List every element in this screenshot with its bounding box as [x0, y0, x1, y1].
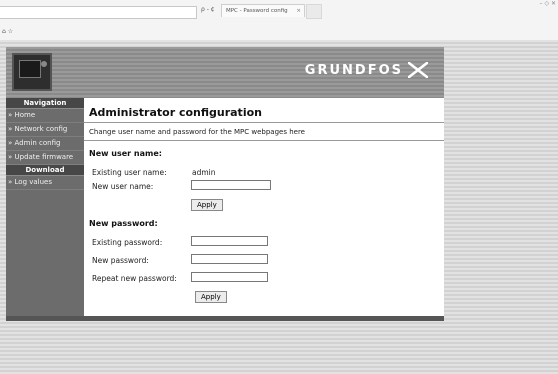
browser-chrome: ρ - ¢ MPC - Password config × – ◇ ✕ ⌂ ☆ — [0, 0, 558, 40]
apply-password-button[interactable]: Apply — [195, 291, 227, 303]
nav-item-update-firmware[interactable]: » Update firmware — [6, 151, 84, 165]
title-divider — [84, 122, 444, 123]
navigation-heading: Navigation — [6, 98, 84, 109]
controller-device-image — [12, 53, 52, 91]
repeat-password-label: Repeat new password: — [92, 274, 177, 283]
browser-tab[interactable]: MPC - Password config × — [221, 4, 305, 17]
nav-item-network-config[interactable]: » Network config — [6, 123, 84, 137]
description-divider — [84, 140, 444, 141]
nav-item-log-values[interactable]: » Log values — [6, 176, 84, 190]
grundfos-logo: GRUNDFOS — [305, 62, 428, 78]
page-description: Change user name and password for the MP… — [89, 128, 305, 136]
tab-close-icon[interactable]: × — [296, 5, 301, 17]
page-footer-bar — [6, 316, 444, 321]
device-screen — [19, 60, 41, 78]
download-heading: Download — [6, 165, 84, 176]
favorites-bar-icons[interactable]: ⌂ ☆ — [2, 28, 13, 35]
new-tab-button[interactable] — [306, 4, 322, 19]
main-content: Administrator configuration Change user … — [84, 98, 444, 316]
page-header: GRUNDFOS — [6, 47, 444, 98]
new-password-input[interactable] — [191, 254, 268, 264]
existing-username-label: Existing user name: — [92, 168, 167, 177]
new-username-label: New user name: — [92, 182, 154, 191]
grundfos-x-icon — [408, 62, 428, 78]
sidebar: Navigation » Home » Network config » Adm… — [6, 98, 84, 316]
apply-username-button[interactable]: Apply — [191, 199, 223, 211]
nav-item-admin-config[interactable]: » Admin config — [6, 137, 84, 151]
username-section-heading: New user name: — [89, 149, 162, 158]
page-title: Administrator configuration — [89, 106, 262, 119]
device-knob — [41, 61, 47, 67]
repeat-password-input[interactable] — [191, 272, 268, 282]
password-section-heading: New password: — [89, 219, 158, 228]
existing-password-input[interactable] — [191, 236, 268, 246]
new-password-label: New password: — [92, 256, 149, 265]
address-bar-icons[interactable]: ρ - ¢ — [201, 6, 215, 13]
tab-title: MPC - Password config — [226, 8, 288, 14]
address-bar[interactable] — [0, 6, 197, 19]
existing-password-label: Existing password: — [92, 238, 163, 247]
existing-username-value: admin — [192, 168, 216, 177]
window-controls-icon[interactable]: – ◇ ✕ — [540, 0, 556, 8]
nav-item-home[interactable]: » Home — [6, 109, 84, 123]
logo-text: GRUNDFOS — [304, 62, 403, 78]
new-username-input[interactable] — [191, 180, 271, 190]
